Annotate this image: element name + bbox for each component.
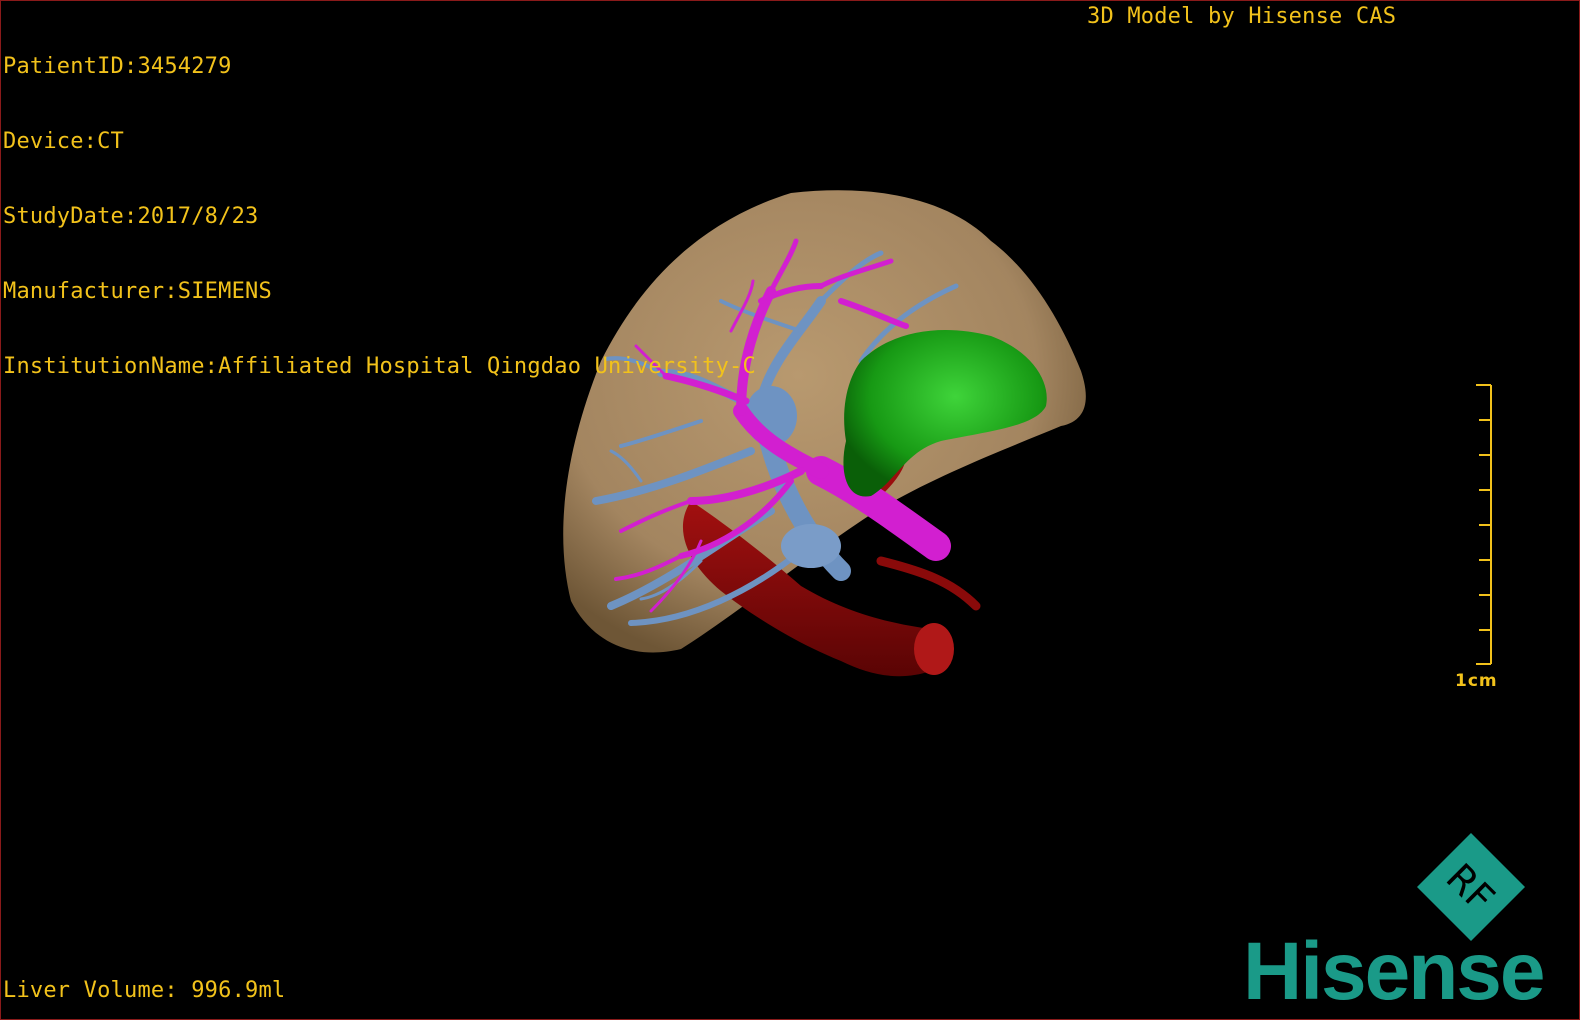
3d-viewport[interactable]: RF PatientID:3454279 Device:CT StudyDate… [0,0,1580,1020]
rf-badge-icon: RF [1417,833,1525,941]
scale-bar-label: 1cm [1455,671,1498,691]
manufacturer-info: Manufacturer:SIEMENS [3,279,272,304]
patient-info-overlay: PatientID:3454279 Device:CT StudyDate:20… [3,4,756,429]
institution-name: InstitutionName:Affiliated Hospital Qing… [3,354,756,379]
hisense-logo: Hisense [1243,926,1546,1017]
study-date: StudyDate:2017/8/23 [3,204,259,229]
scale-bar [1476,384,1492,665]
model-credit: 3D Model by Hisense CAS [1087,4,1397,29]
device-info: Device:CT [3,129,125,154]
liver-volume-readout: Liver Volume: 996.9ml [3,978,286,1003]
patient-id: PatientID:3454279 [3,54,232,79]
